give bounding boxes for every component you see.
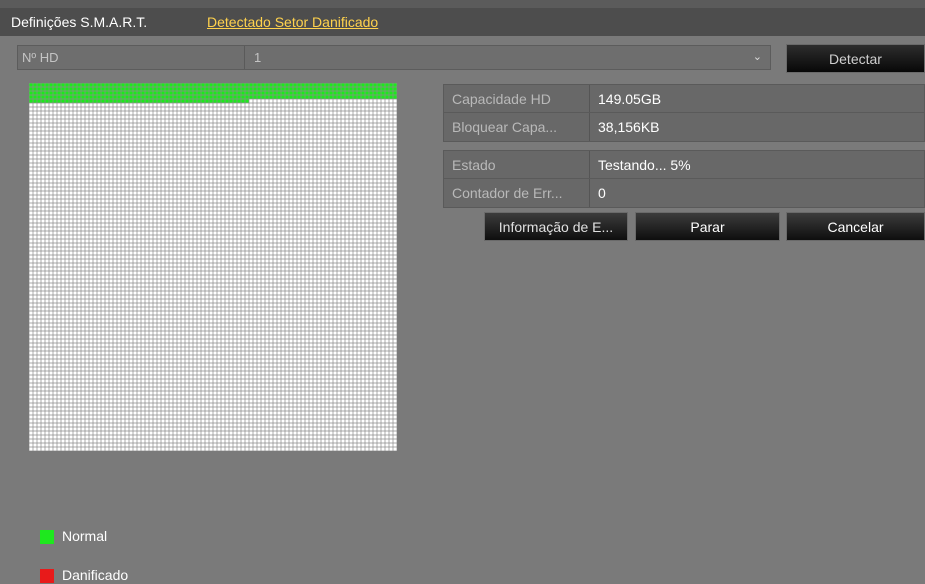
normal-swatch: [40, 530, 54, 544]
cancel-button[interactable]: Cancelar: [786, 212, 925, 241]
status-value: Testando... 5%: [598, 157, 691, 173]
tab-smart-settings[interactable]: Definições S.M.A.R.T.: [11, 14, 147, 30]
tab-bad-sector-detection[interactable]: Detectado Setor Danificado: [207, 14, 378, 30]
hd-number-value: 1: [254, 50, 262, 65]
block-capacity-value: 38,156KB: [598, 119, 660, 135]
legend-damaged-label: Danificado: [62, 567, 129, 583]
error-counter-label: Contador de Err...: [444, 179, 590, 207]
chevron-down-icon: ⌄: [752, 51, 762, 63]
capacity-label: Capacidade HD: [444, 85, 590, 113]
hd-number-row: Nº HD 1 ⌄: [17, 45, 771, 70]
error-counter-row: Contador de Err... 0: [443, 178, 925, 208]
block-capacity-label: Bloquear Capa...: [444, 113, 590, 141]
error-counter-value: 0: [598, 185, 606, 201]
block-capacity-row: Bloquear Capa... 38,156KB: [443, 112, 925, 142]
status-label: Estado: [444, 151, 590, 179]
hd-number-label: Nº HD: [18, 46, 245, 69]
hd-number-select[interactable]: 1 ⌄: [246, 46, 770, 69]
status-row: Estado Testando... 5%: [443, 150, 925, 180]
legend-normal-label: Normal: [62, 528, 108, 544]
capacity-row: Capacidade HD 149.05GB: [443, 84, 925, 114]
capacity-value: 149.05GB: [598, 91, 662, 107]
tab-bar: Definições S.M.A.R.T. Detectado Setor Da…: [0, 8, 925, 36]
detect-button[interactable]: Detectar: [786, 44, 925, 73]
damaged-swatch: [40, 569, 54, 583]
error-info-button[interactable]: Informação de E...: [484, 212, 628, 241]
title-strip: [0, 0, 925, 8]
stop-button[interactable]: Parar: [635, 212, 780, 241]
sector-scan-grid: [29, 83, 397, 451]
